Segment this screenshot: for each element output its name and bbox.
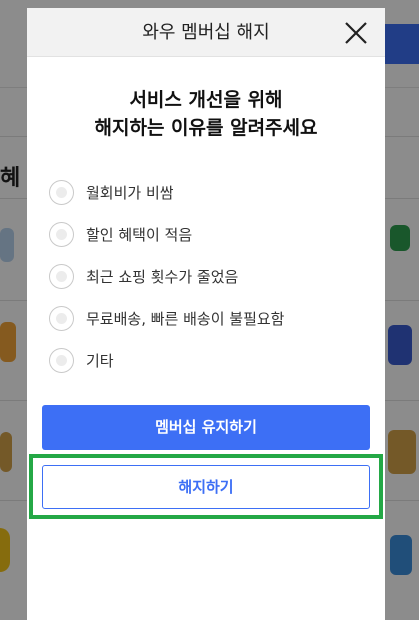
radio-button[interactable] xyxy=(49,305,74,331)
question-heading: 서비스 개선을 위해 해지하는 이유를 알려주세요 xyxy=(27,86,385,142)
radio-button[interactable] xyxy=(49,347,74,373)
heading-line: 해지하는 이유를 알려주세요 xyxy=(94,117,318,139)
reason-option-less-shopping[interactable]: 최근 쇼핑 횟수가 줄었음 xyxy=(49,255,284,297)
reason-label: 월회비가 비쌈 xyxy=(86,183,174,202)
reason-option-few-benefits[interactable]: 할인 혜택이 적음 xyxy=(49,213,284,255)
reason-label: 최근 쇼핑 횟수가 줄었음 xyxy=(86,267,239,286)
reason-label: 할인 혜택이 적음 xyxy=(86,225,193,244)
close-icon xyxy=(345,22,367,44)
reason-option-other[interactable]: 기타 xyxy=(49,339,284,381)
radio-button[interactable] xyxy=(49,263,74,289)
reason-option-expensive[interactable]: 월회비가 비쌈 xyxy=(49,171,284,213)
heading-line: 서비스 개선을 위해 xyxy=(129,89,283,111)
cancel-membership-button[interactable]: 해지하기 xyxy=(42,465,370,509)
radio-button[interactable] xyxy=(49,221,74,247)
cancel-membership-dialog: 와우 멤버십 해지 서비스 개선을 위해 해지하는 이유를 알려주세요 월회비가… xyxy=(27,8,385,620)
reason-label: 기타 xyxy=(86,351,114,370)
radio-button[interactable] xyxy=(49,179,74,205)
reason-option-no-fast-delivery[interactable]: 무료배송, 빠른 배송이 불필요함 xyxy=(49,297,284,339)
keep-membership-button[interactable]: 멤버십 유지하기 xyxy=(42,405,370,450)
reason-list: 월회비가 비쌈 할인 혜택이 적음 최근 쇼핑 횟수가 줄었음 무료배송, 빠른… xyxy=(49,171,284,381)
dialog-title: 와우 멤버십 해지 xyxy=(142,22,270,43)
dialog-header: 와우 멤버십 해지 xyxy=(27,8,385,57)
highlight-box: 해지하기 xyxy=(29,454,383,519)
close-button[interactable] xyxy=(343,20,369,46)
reason-label: 무료배송, 빠른 배송이 불필요함 xyxy=(86,309,285,328)
